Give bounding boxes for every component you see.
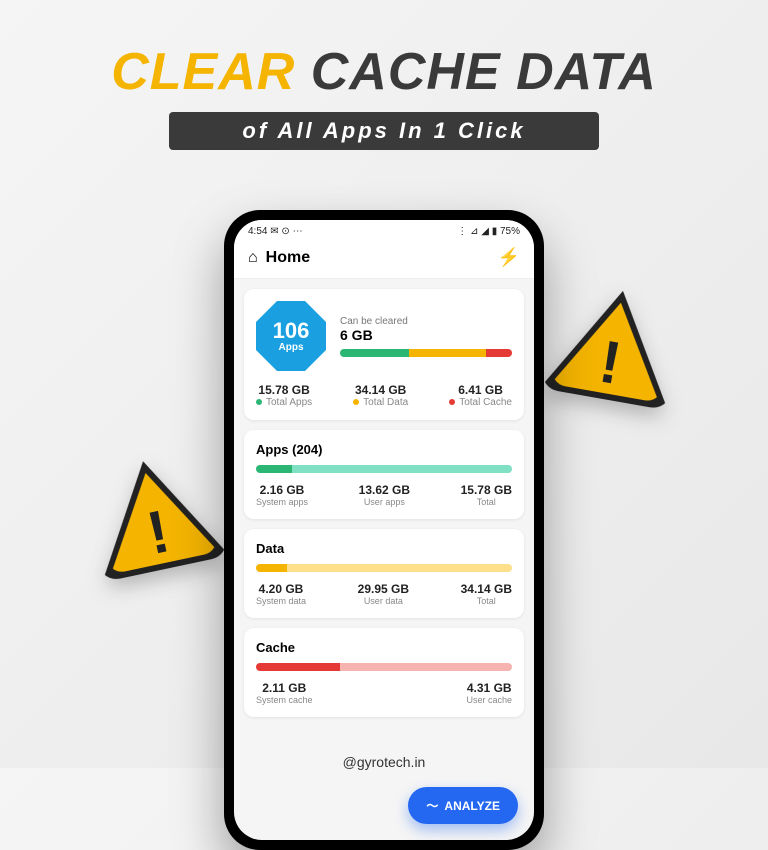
summary-card[interactable]: 106 Apps Can be cleared 6 GB 15.78 GBTot… [244, 289, 524, 420]
stat-col: 34.14 GBTotal [461, 582, 512, 606]
bar-segment [287, 564, 512, 572]
apps-count-label: Apps [279, 342, 304, 353]
bar-segment [256, 663, 340, 671]
phone-frame: 4:54 ✉ ⊙ ⋯ ⋮ ⊿ ◢ ▮ 75% ⌂ Home ⚡ 106 Apps [224, 210, 544, 850]
cache-card-title: Cache [256, 640, 512, 655]
status-left-icons: ✉ ⊙ ⋯ [270, 226, 302, 237]
bar-segment [256, 465, 292, 473]
data-bar [256, 564, 512, 572]
home-icon[interactable]: ⌂ [248, 249, 258, 267]
apps-count: 106 [273, 320, 310, 342]
legend-item: 15.78 GBTotal Apps [256, 383, 312, 408]
phone-screen: 4:54 ✉ ⊙ ⋯ ⋮ ⊿ ◢ ▮ 75% ⌂ Home ⚡ 106 Apps [234, 220, 534, 840]
cache-card[interactable]: Cache 2.11 GBSystem cache 4.31 GBUser cac… [244, 628, 524, 717]
bar-segment [340, 663, 512, 671]
apps-cols: 2.16 GBSystem apps 13.62 GBUser apps 15.78… [256, 483, 512, 507]
warning-icon: ! [79, 448, 230, 588]
apps-card[interactable]: Apps (204) 2.16 GBSystem apps 13.62 GBUse… [244, 430, 524, 519]
apps-count-badge: 106 Apps [256, 301, 326, 371]
legend-item: 34.14 GBTotal Data [353, 383, 408, 408]
app-bar: ⌂ Home ⚡ [234, 239, 534, 279]
analyze-label: ANALYZE [444, 799, 500, 813]
stat-col: 2.11 GBSystem cache [256, 681, 313, 705]
clearable-label: Can be cleared [340, 316, 512, 327]
stat-col: 4.31 GBUser cache [466, 681, 512, 705]
bar-segment [486, 349, 512, 357]
subtitle: of All Apps In 1 Click [169, 112, 599, 150]
bar-segment [409, 349, 486, 357]
warning-icon: ! [539, 280, 687, 416]
status-time: 4:54 [248, 226, 267, 237]
status-bar: 4:54 ✉ ⊙ ⋯ ⋮ ⊿ ◢ ▮ 75% [234, 220, 534, 239]
data-card-title: Data [256, 541, 512, 556]
stat-col: 2.16 GBSystem apps [256, 483, 308, 507]
legend-item: 6.41 GBTotal Cache [449, 383, 512, 408]
cache-cols: 2.11 GBSystem cache 4.31 GBUser cache [256, 681, 512, 705]
summary-legend: 15.78 GBTotal Apps 34.14 GBTotal Data 6.41… [256, 383, 512, 408]
stat-col: 29.95 GBUser data [358, 582, 409, 606]
apps-card-title: Apps (204) [256, 442, 512, 457]
data-cols: 4.20 GBSystem data 29.95 GBUser data 34.14… [256, 582, 512, 606]
headline-yellow: CLEAR [111, 43, 295, 101]
apps-bar [256, 465, 512, 473]
status-right-icons: ⋮ ⊿ ◢ ▮ 75% [457, 226, 520, 237]
data-card[interactable]: Data 4.20 GBSystem data 29.95 GBUser data… [244, 529, 524, 618]
cache-bar [256, 663, 512, 671]
headline: CLEAR CACHE DATA [0, 0, 768, 102]
summary-bar [340, 349, 512, 357]
analyze-button[interactable]: 〜 ANALYZE [408, 787, 518, 824]
bar-segment [292, 465, 512, 473]
bolt-icon[interactable]: ⚡ [498, 247, 520, 268]
clearable-value: 6 GB [340, 327, 512, 343]
bar-segment [256, 564, 287, 572]
stat-col: 4.20 GBSystem data [256, 582, 306, 606]
page-title: Home [266, 249, 310, 267]
bar-segment [340, 349, 409, 357]
stat-col: 13.62 GBUser apps [359, 483, 410, 507]
headline-dark: CACHE DATA [311, 43, 657, 101]
stat-col: 15.78 GBTotal [461, 483, 512, 507]
analyze-icon: 〜 [426, 797, 438, 814]
